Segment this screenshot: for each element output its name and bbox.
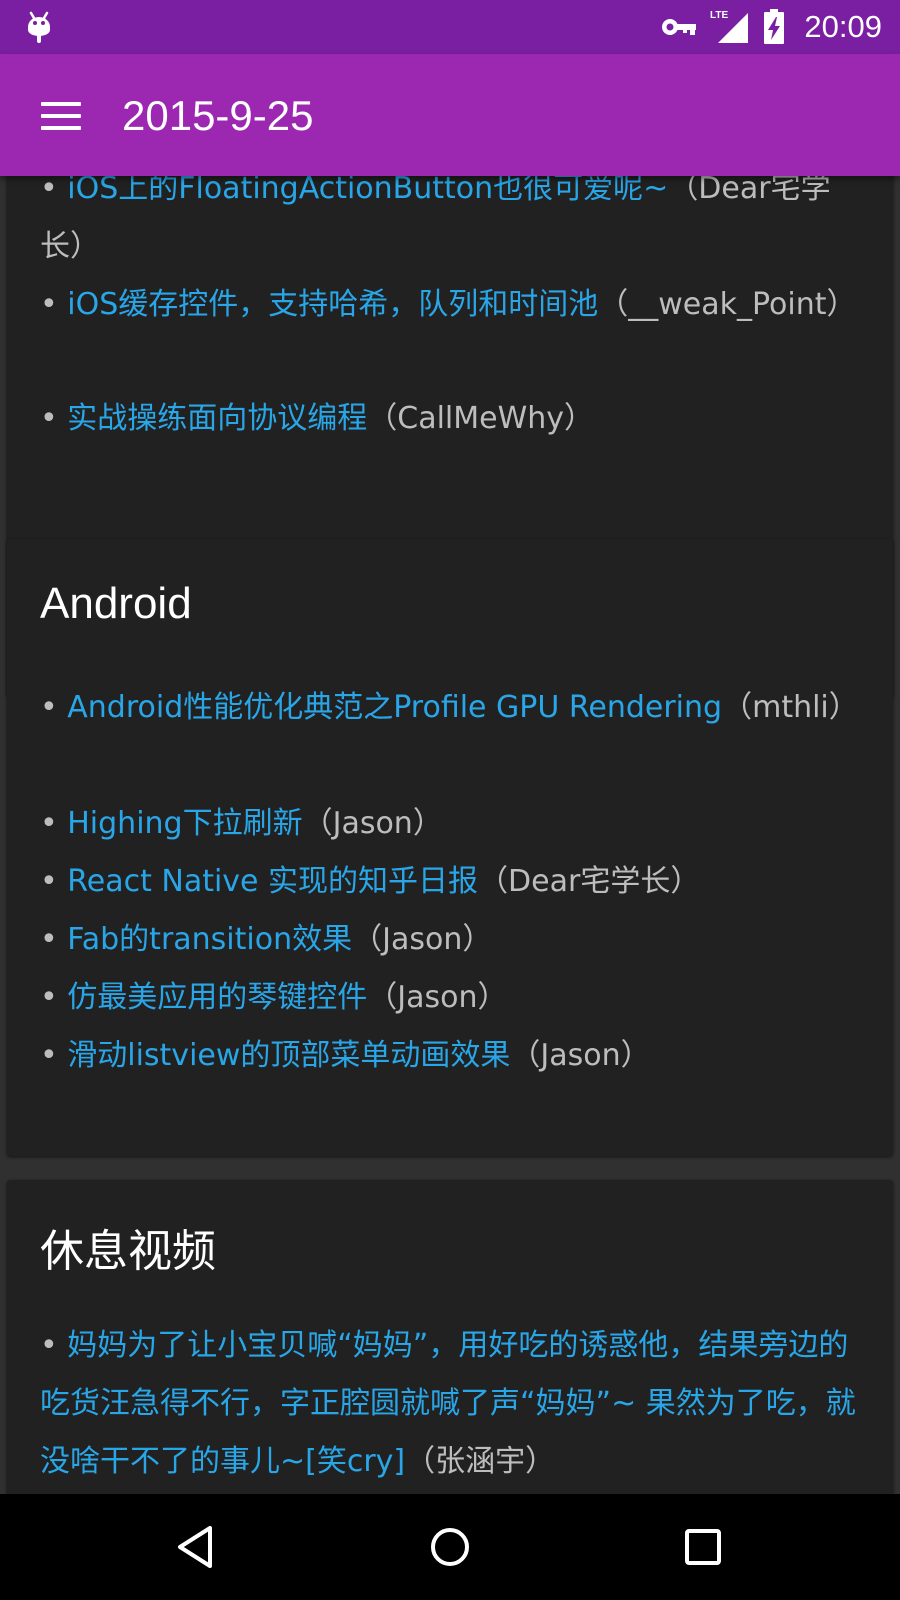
recents-icon — [685, 1529, 721, 1565]
home-button[interactable] — [370, 1494, 530, 1600]
battery-charging-icon — [764, 9, 785, 44]
article-link[interactable]: Highing下拉刷新 — [67, 806, 302, 841]
article-author: （Jason） — [510, 1038, 651, 1073]
list-item: • Android性能优化典范之Profile GPU Rendering（mt… — [40, 690, 859, 725]
navigation-bar — [0, 1494, 900, 1600]
article-author: （mthli） — [722, 690, 859, 725]
key-icon — [662, 19, 697, 35]
article-author: （__weak_Point） — [598, 287, 857, 322]
status-bar: LTE 20:09 — [0, 0, 900, 54]
article-link[interactable]: React Native 实现的知乎日报 — [67, 864, 478, 899]
back-button[interactable] — [116, 1494, 276, 1600]
list-item: • React Native 实现的知乎日报（Dear宅学长） — [40, 864, 701, 899]
signal-icon: LTE — [710, 10, 749, 43]
content-scroll[interactable]: • iOS上的FloatingActionButton也很可爱呢~（Dear宅学… — [0, 176, 900, 1494]
article-link[interactable]: 仿最美应用的琴键控件 — [67, 980, 367, 1015]
app-bar: 2015-9-25 — [0, 54, 900, 176]
article-link[interactable]: iOS上的FloatingActionButton也很可爱呢~ — [67, 176, 668, 206]
list-item: • Highing下拉刷新（Jason） — [40, 806, 443, 841]
recents-button[interactable] — [623, 1494, 783, 1600]
status-time: 20:09 — [804, 9, 882, 44]
list-item: • 仿最美应用的琴键控件（Jason） — [40, 980, 508, 1015]
menu-button[interactable] — [28, 84, 92, 148]
article-author: （Jason） — [302, 806, 443, 841]
section-title: Android — [40, 579, 192, 628]
article-link[interactable]: Fab的transition效果 — [67, 922, 352, 957]
list-item: • 滑动listview的顶部菜单动画效果（Jason） — [40, 1038, 651, 1073]
article-link[interactable]: 实战操练面向协议编程 — [67, 401, 367, 436]
back-icon — [178, 1526, 212, 1568]
article-link[interactable]: 滑动listview的顶部菜单动画效果 — [67, 1038, 510, 1073]
article-author: （张涵宇） — [405, 1444, 556, 1479]
section-card-video: 休息视频 • 妈妈为了让小宝贝喊“妈妈”，用好吃的诱惑他，结果旁边的吃货汪急得不… — [7, 1180, 893, 1494]
article-link[interactable]: iOS缓存控件，支持哈希，队列和时间池 — [67, 287, 598, 322]
article-author: （Jason） — [367, 980, 508, 1015]
article-author: （Dear宅学长） — [478, 864, 701, 899]
section-title: 休息视频 — [40, 1227, 216, 1276]
home-icon — [431, 1528, 469, 1566]
article-author: （Jason） — [352, 922, 493, 957]
list-item: • 实战操练面向协议编程（CallMeWhy） — [40, 401, 595, 436]
list-item: • 妈妈为了让小宝贝喊“妈妈”，用好吃的诱惑他，结果旁边的吃货汪急得不行，字正腔… — [40, 1328, 856, 1479]
network-type-label: LTE — [710, 10, 728, 21]
section-card-android: Android • Android性能优化典范之Profile GPU Rend… — [7, 539, 893, 1156]
page-title: 2015-9-25 — [122, 92, 314, 139]
list-item: • iOS上的FloatingActionButton也很可爱呢~（Dear宅学… — [40, 176, 870, 276]
list-item: • Fab的transition效果（Jason） — [40, 922, 493, 957]
article-author: （CallMeWhy） — [367, 401, 595, 436]
android-icon — [28, 11, 50, 43]
article-link[interactable]: Android性能优化典范之Profile GPU Rendering — [67, 690, 722, 725]
list-item: • iOS缓存控件，支持哈希，队列和时间池（__weak_Point） — [40, 287, 857, 322]
